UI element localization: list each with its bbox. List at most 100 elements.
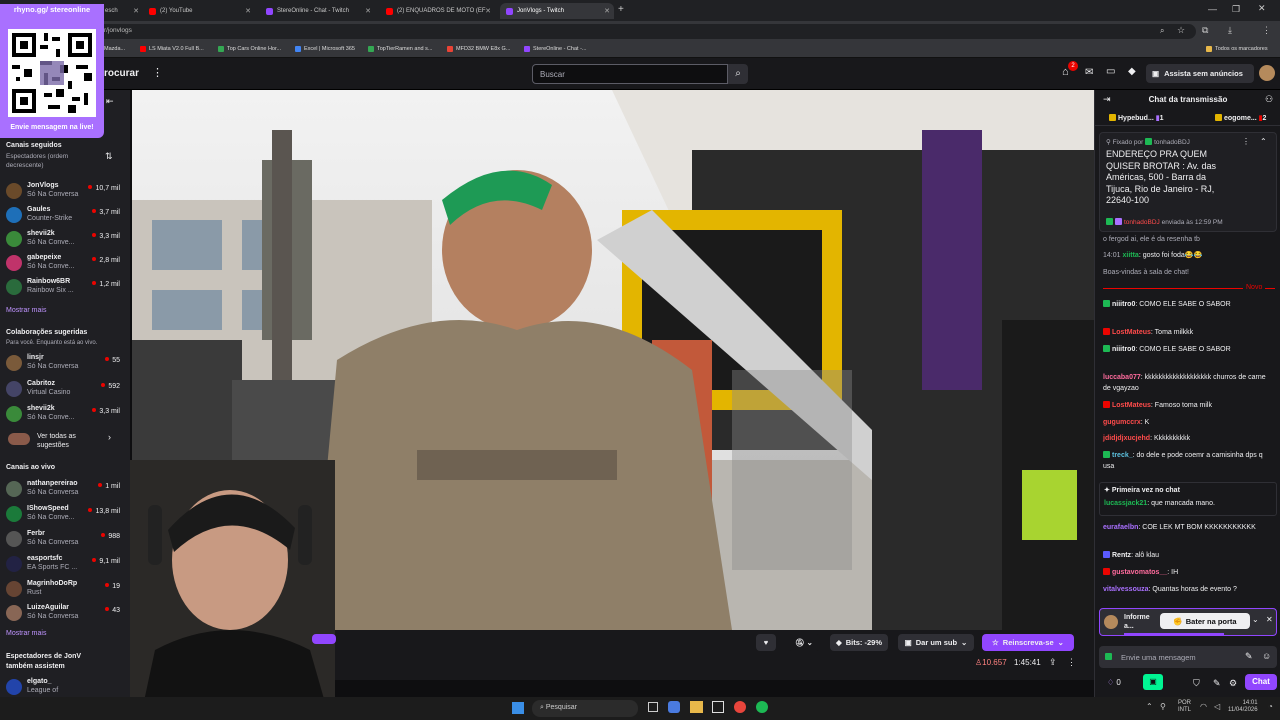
live-channel[interactable]: IShowSpeed Só Na Conve... 13,8 mil xyxy=(4,503,126,527)
browser-tab[interactable]: StereOnline - Chat - Twitch ✕ xyxy=(260,3,375,19)
bookmark-item[interactable]: LS Miata V2.0 Full B... xyxy=(140,46,204,52)
copilot-icon[interactable] xyxy=(668,701,680,713)
browser-tab[interactable]: (2) ENQUADROS DE MOTO (EF ✕ xyxy=(380,3,495,19)
show-more-link[interactable]: Mostrar mais xyxy=(6,307,46,314)
close-tab-icon[interactable]: ✕ xyxy=(133,7,139,15)
suggested-channel[interactable]: Cabritoz Virtual Casino 592 xyxy=(4,378,126,402)
chat-panel: ⇥ Chat da transmissão ⚇ Hypebud... ▮1 eo… xyxy=(1094,90,1280,700)
live-channel[interactable]: nathanpereirao Só Na Conversa 1 mil xyxy=(4,478,126,502)
viewer-count: ♙10.657 xyxy=(975,658,1007,667)
browser-tab-active[interactable]: JonVlogs - Twitch ✕ xyxy=(500,3,614,19)
store-icon[interactable] xyxy=(712,701,724,713)
followed-channel[interactable]: Gaules Counter-Strike 3,7 mil xyxy=(4,204,126,228)
close-tab-icon[interactable]: ✕ xyxy=(245,7,251,15)
shield-icon[interactable]: ⛉ xyxy=(1193,678,1200,689)
knock-button[interactable]: ✊ Bater na porta xyxy=(1160,613,1250,629)
share-icon[interactable]: ⇪ xyxy=(1049,657,1057,668)
pencil-icon[interactable]: ✎ xyxy=(1213,678,1221,689)
search-input[interactable]: Buscar xyxy=(532,64,728,84)
all-bookmarks[interactable]: Todos os marcadores xyxy=(1206,46,1268,52)
chat-input[interactable]: Envie uma mensagem ✎ ☺ xyxy=(1099,646,1277,668)
chat-send-button[interactable]: Chat xyxy=(1245,674,1277,690)
suggested-channel[interactable]: linsjr Só Na Conversa 55 xyxy=(4,352,126,376)
chrome-icon[interactable] xyxy=(734,701,746,713)
chevron-down-icon[interactable]: ⌄ xyxy=(1252,615,1259,624)
hype-item[interactable]: eogome... ▮2 xyxy=(1215,114,1266,122)
notification-bell-icon[interactable]: ◔ xyxy=(1268,702,1273,711)
bookmark-item[interactable]: TopTierRamen and s... xyxy=(368,46,432,52)
channel-points[interactable]: ♢ 0 xyxy=(1107,678,1121,687)
resubscribe-button[interactable]: ☆ Reinscreva-se ⌄ xyxy=(982,634,1074,651)
spotify-icon[interactable] xyxy=(756,701,768,713)
suggested-channel[interactable]: shevii2k Só Na Conve... 3,3 mil xyxy=(4,403,126,427)
volume-icon[interactable]: ◁ xyxy=(1214,702,1220,711)
browse-link[interactable]: rocurar xyxy=(104,68,139,79)
chevron-up-icon[interactable]: ⌃ xyxy=(1260,137,1267,146)
file-explorer-icon[interactable] xyxy=(690,701,703,713)
gift-sub-button[interactable]: ▣ Dar um sub ⌄ xyxy=(898,634,974,651)
close-tab-icon[interactable]: ✕ xyxy=(365,7,371,15)
download-icon[interactable]: ⤓ xyxy=(1228,25,1232,36)
live-channel[interactable]: easportsfc EA Sports FC ... 9,1 mil xyxy=(4,553,126,577)
task-view-icon[interactable] xyxy=(648,702,658,712)
clock[interactable]: 14:01 11/04/2026 xyxy=(1228,700,1258,714)
bookmark-item[interactable]: Mazda... xyxy=(104,46,125,52)
sort-icon[interactable]: ⇅ xyxy=(105,151,113,162)
menu-kebab-icon[interactable]: ⋮ xyxy=(1262,25,1271,36)
followed-channel[interactable]: JonVlogs Só Na Conversa 10,7 mil xyxy=(4,180,126,204)
followed-channel[interactable]: shevii2k Só Na Conve... 3,3 mil xyxy=(4,228,126,252)
magic-icon[interactable]: ✎ xyxy=(1245,651,1253,662)
new-tab-button[interactable]: + xyxy=(618,4,624,15)
close-icon[interactable]: ✕ xyxy=(1266,615,1273,624)
collapse-sidebar-icon[interactable]: ⇤ xyxy=(106,96,114,107)
whispers-icon[interactable]: ▭ xyxy=(1106,66,1115,77)
windows-start-icon[interactable] xyxy=(512,702,524,714)
bookmark-item[interactable]: Top Cars Online Hor... xyxy=(218,46,281,52)
maximize-button[interactable]: ❐ xyxy=(1232,4,1240,15)
url-field[interactable]: r/jonvlogs xyxy=(96,24,1196,39)
users-icon[interactable]: ⚇ xyxy=(1265,94,1273,105)
browser-tab[interactable]: (2) YouTube ✕ xyxy=(143,3,255,19)
keyboard-language[interactable]: POR INTL xyxy=(1178,700,1191,714)
followed-channel[interactable]: gabepeixe Só Na Conve... 2,8 mil xyxy=(4,252,126,276)
bookmarks-bar: Mazda... LS Miata V2.0 Full B... Top Car… xyxy=(0,42,1280,58)
more-icon[interactable]: ⋮ xyxy=(152,66,163,79)
emote-icon[interactable]: ☺ xyxy=(1262,651,1271,661)
wifi-icon[interactable]: ◠ xyxy=(1200,702,1207,711)
avatar xyxy=(1104,615,1118,629)
more-options-icon[interactable]: ⋮ xyxy=(1067,657,1076,668)
gear-icon[interactable]: ⚙ xyxy=(1229,678,1237,689)
live-channel[interactable]: Ferbr Só Na Conversa 988 xyxy=(4,528,126,552)
bits-icon[interactable]: ◆ xyxy=(1128,66,1136,77)
chevron-up-icon[interactable]: ⌃ xyxy=(1146,702,1153,711)
more-icon[interactable]: ⋮ xyxy=(1242,137,1250,146)
bookmark-item[interactable]: Excel | Microsoft 365 xyxy=(295,46,355,52)
bookmark-item[interactable]: StereOnline - Chat -... xyxy=(524,46,587,52)
inbox-icon[interactable]: ✉ xyxy=(1085,67,1093,78)
follow-heart-button[interactable]: ♥ xyxy=(756,634,776,651)
bits-button[interactable]: ◆ Bits: -29% xyxy=(830,634,888,651)
bookmark-star-icon[interactable]: ☆ xyxy=(1177,25,1185,36)
tray-icon[interactable]: ⚲ xyxy=(1160,702,1166,711)
avatar-stack xyxy=(8,433,30,445)
show-more-link[interactable]: Mostrar mais xyxy=(6,630,46,637)
user-avatar[interactable] xyxy=(1259,65,1275,81)
live-channel[interactable]: MagrinhoDoRp Rust 19 xyxy=(4,578,126,602)
minimize-button[interactable]: — xyxy=(1208,4,1217,14)
avatar xyxy=(6,255,22,271)
close-tab-icon[interactable]: ✕ xyxy=(604,7,610,15)
close-window-button[interactable]: ✕ xyxy=(1258,3,1266,14)
extensions-icon[interactable]: ⧉ xyxy=(1202,25,1208,36)
followed-channel[interactable]: Rainbow6BR Rainbow Six ... 1,2 mil xyxy=(4,276,126,300)
search-button[interactable]: ⌕ xyxy=(728,64,748,84)
claim-bonus-icon[interactable]: ▣ xyxy=(1143,674,1163,690)
see-all-suggestions[interactable]: Ver todas as sugestões › xyxy=(6,430,124,452)
live-channel[interactable]: LuizeAguilar Só Na Conversa 43 xyxy=(4,602,126,626)
zoom-icon[interactable]: ⌕ xyxy=(1160,26,1164,36)
ad-free-button[interactable]: ▣ Assista sem anúncios xyxy=(1146,64,1254,83)
taskbar-search[interactable]: ⌕ Pesquisar xyxy=(532,700,638,717)
close-tab-icon[interactable]: ✕ xyxy=(485,7,491,15)
bookmark-item[interactable]: MFD32 BMW E8x G... xyxy=(447,46,510,52)
hype-item[interactable]: Hypebud... ▮1 xyxy=(1109,114,1164,122)
notifications-button[interactable]: 🔕︎ ⌄ xyxy=(788,634,820,651)
